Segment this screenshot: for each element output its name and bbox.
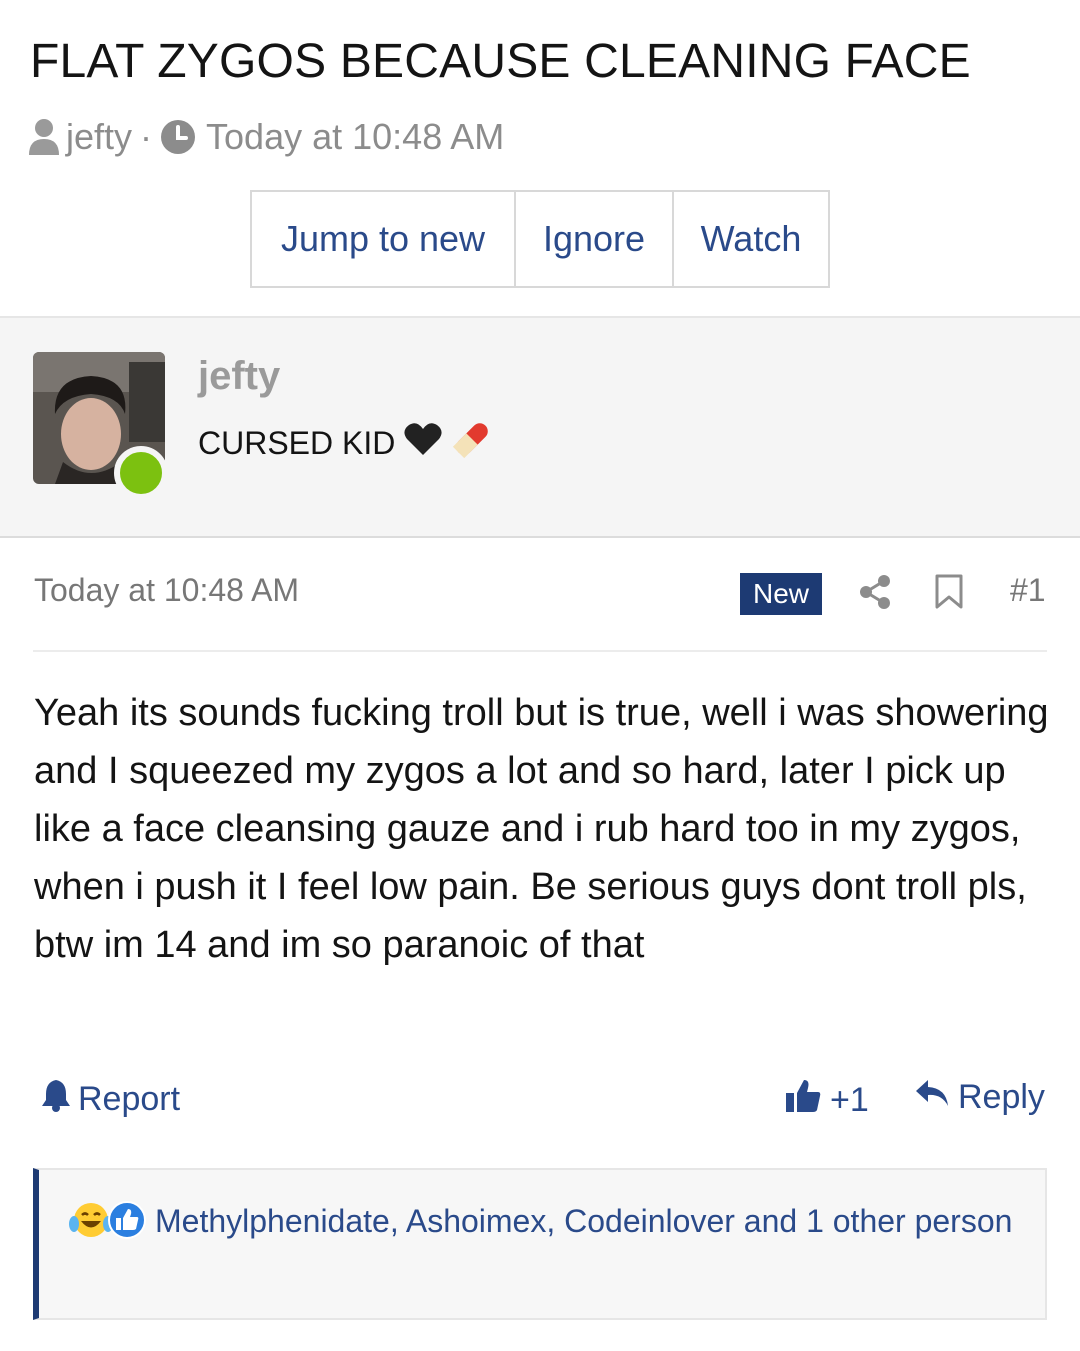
post-number-link[interactable]: #1 [1010,572,1046,609]
reply-link[interactable]: Reply [914,1078,1045,1117]
pill-icon [451,418,493,468]
bell-icon [40,1078,72,1121]
report-label: Report [78,1080,181,1118]
jump-to-new-button[interactable]: Jump to new [252,192,514,286]
thread-time-link[interactable]: Today at 10:48 AM [206,116,504,158]
reactions-summary[interactable]: Methylphenidate, Ashoimex, Codeinlover a… [69,1198,1029,1252]
thumbs-up-icon [784,1078,822,1123]
thread-action-buttons: Jump to new Ignore Watch [250,190,830,288]
reply-label: Reply [958,1078,1045,1116]
thread-author-link[interactable]: jefty [66,116,132,158]
post-header-divider [33,650,1047,652]
new-badge: New [740,573,822,615]
post-body: Yeah its sounds fucking troll but is tru… [34,692,1049,966]
post-user-block: jefty CURSED KID [0,316,1080,538]
reaction-icons [69,1200,147,1252]
black-heart-icon [403,421,443,465]
watch-button[interactable]: Watch [672,192,828,286]
reactions-text: Methylphenidate, Ashoimex, Codeinlover a… [155,1203,1013,1239]
user-title: CURSED KID [198,418,493,468]
report-link[interactable]: Report [40,1078,180,1121]
like-count: +1 [830,1081,869,1119]
reactions-bar: Methylphenidate, Ashoimex, Codeinlover a… [33,1168,1047,1320]
user-icon [28,118,60,156]
online-status-dot [114,446,168,500]
post-username[interactable]: jefty [198,354,280,399]
meta-separator: · [140,116,153,157]
post-date-link[interactable]: Today at 10:48 AM [34,572,299,609]
like-link[interactable]: +1 [784,1078,869,1123]
reply-arrow-icon [914,1078,950,1117]
clock-icon [160,119,196,155]
thumbs-up-reaction-icon [107,1200,147,1252]
thread-title: FLAT ZYGOS BECAUSE CLEANING FACE [30,35,971,88]
user-title-text: CURSED KID [198,424,396,461]
bookmark-icon[interactable] [934,574,964,615]
ignore-button[interactable]: Ignore [514,192,672,286]
thread-meta: jefty · Today at 10:48 AM [28,114,504,160]
share-icon[interactable] [858,574,892,615]
